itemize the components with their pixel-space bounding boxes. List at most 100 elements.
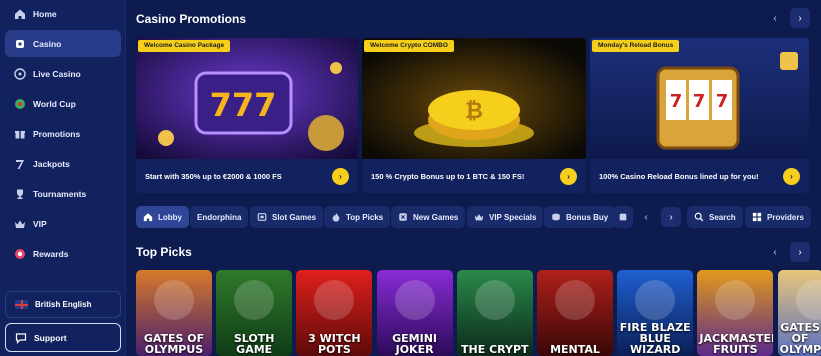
- promo-card[interactable]: 777 Welcome Casino Package Start with 35…: [136, 38, 358, 193]
- game-art: [234, 280, 275, 320]
- game-tile[interactable]: THE CRYPT: [456, 270, 533, 356]
- sidebar: Home Casino Live Casino World Cup Promot…: [0, 0, 126, 356]
- svg-text:7: 7: [670, 91, 683, 112]
- game-tile[interactable]: 3 WITCH POTS: [296, 270, 373, 356]
- sidebar-item-jackpots[interactable]: Jackpots: [5, 150, 121, 177]
- game-art: [715, 280, 756, 320]
- promo-text: 100% Casino Reload Bonus lined up for yo…: [590, 159, 809, 193]
- game-tile[interactable]: JACKMASTER FRUITS: [697, 270, 774, 356]
- promo-slot-777-image: 777: [136, 38, 358, 159]
- category-label: Endorphina: [197, 212, 242, 222]
- category-slot-games[interactable]: Slot Games: [250, 206, 324, 228]
- language-label: British English: [35, 300, 92, 309]
- promotions-prev-button[interactable]: ‹: [765, 8, 785, 28]
- game-name: GATES OF OLYMPUS: [779, 321, 821, 356]
- promo-go-button[interactable]: ›: [332, 168, 349, 185]
- sidebar-item-rewards[interactable]: Rewards: [5, 240, 121, 267]
- category-more[interactable]: [613, 206, 633, 228]
- game-tile[interactable]: MENTAL: [537, 270, 613, 356]
- game-name: 3 WITCH POTS: [308, 332, 361, 356]
- promotions-next-button[interactable]: ›: [790, 8, 810, 28]
- sidebar-item-vip[interactable]: VIP: [5, 210, 121, 237]
- category-top-picks[interactable]: Top Picks: [324, 206, 391, 228]
- support-button[interactable]: Support: [5, 323, 121, 352]
- uk-flag-icon: [15, 300, 28, 309]
- sidebar-item-home[interactable]: Home: [5, 0, 121, 27]
- game-art: [314, 280, 355, 320]
- top-picks-title: Top Picks: [136, 245, 192, 259]
- category-endorphina[interactable]: Endorphina: [190, 206, 249, 228]
- category-bonus-buy[interactable]: Bonus Buy: [544, 206, 616, 228]
- crown-icon: [14, 218, 26, 230]
- sidebar-item-label: Rewards: [33, 248, 69, 259]
- trophy-icon: [14, 188, 26, 200]
- game-tile[interactable]: GATES OF OLYMPUS: [777, 270, 821, 356]
- providers-button[interactable]: Providers: [745, 206, 811, 228]
- sidebar-item-live-casino[interactable]: Live Casino: [5, 60, 121, 87]
- game-name: MENTAL: [550, 343, 600, 356]
- support-label: Support: [34, 332, 67, 343]
- arrow-right-icon: ›: [790, 172, 793, 181]
- category-vip-specials[interactable]: VIP Specials: [467, 206, 544, 228]
- game-name: SLOTH GAME: [233, 332, 275, 356]
- promo-slot-machine-image: 7 7 7: [590, 38, 809, 159]
- promo-go-button[interactable]: ›: [783, 168, 800, 185]
- reward-icon: [14, 248, 26, 260]
- promo-go-button[interactable]: ›: [560, 168, 577, 185]
- chevron-right-icon: ›: [798, 12, 802, 24]
- game-tile[interactable]: SLOTH GAME: [216, 270, 293, 356]
- svg-text:777: 777: [210, 86, 277, 124]
- sidebar-item-label: Promotions: [33, 128, 81, 139]
- game-tile[interactable]: FIRE BLAZE BLUE WIZARD: [617, 270, 694, 356]
- sidebar-item-label: Tournaments: [33, 188, 87, 199]
- category-new-games[interactable]: New Games: [391, 206, 466, 228]
- search-icon: [694, 212, 704, 222]
- promotions-title: Casino Promotions: [136, 12, 247, 26]
- home-icon: [14, 8, 26, 20]
- search-button[interactable]: Search: [687, 206, 743, 228]
- new-icon: [398, 212, 408, 222]
- category-label: VIP Specials: [489, 212, 537, 222]
- language-selector[interactable]: British English: [5, 291, 121, 318]
- category-lobby[interactable]: Lobby: [136, 206, 189, 228]
- game-name: FIRE BLAZE BLUE WIZARD: [619, 321, 691, 356]
- sidebar-item-promotions[interactable]: Promotions: [5, 120, 121, 147]
- category-label: Bonus Buy: [566, 212, 609, 222]
- chevron-right-icon: ›: [798, 246, 802, 258]
- slot-icon: [257, 212, 267, 222]
- game-art: [555, 280, 595, 320]
- promo-tag: Welcome Crypto COMBO: [364, 40, 454, 52]
- providers-label: Providers: [767, 212, 804, 222]
- sidebar-item-world-cup[interactable]: World Cup: [5, 90, 121, 117]
- sidebar-item-label: Casino: [33, 38, 62, 49]
- svg-text:7: 7: [716, 91, 729, 112]
- categories-next-button[interactable]: ›: [661, 207, 681, 227]
- top-picks-next-button[interactable]: ›: [790, 242, 810, 262]
- sidebar-item-label: World Cup: [33, 98, 76, 109]
- categories-prev-button[interactable]: ‹: [636, 207, 656, 227]
- game-tile[interactable]: GEMINI JOKER: [376, 270, 453, 356]
- top-picks-prev-button[interactable]: ‹: [765, 242, 785, 262]
- promo-bitcoin-image: ₿: [362, 38, 586, 159]
- sidebar-item-label: Live Casino: [33, 68, 81, 79]
- category-label: Lobby: [158, 212, 182, 222]
- sidebar-item-label: VIP: [33, 218, 47, 229]
- svg-text:7: 7: [693, 91, 706, 112]
- promo-card[interactable]: 7 7 7 Monday's Reload Bonus 100% Casino …: [590, 38, 809, 193]
- promo-tag: Welcome Casino Package: [138, 40, 231, 52]
- grid-icon: [752, 212, 762, 222]
- game-art: [394, 280, 435, 320]
- game-name: GATES OF OLYMPUS: [143, 332, 205, 356]
- category-label: Top Picks: [346, 212, 384, 222]
- category-more-icon: [618, 212, 628, 222]
- sidebar-item-casino[interactable]: Casino: [5, 30, 121, 57]
- fire-icon: [331, 212, 341, 222]
- promo-card[interactable]: ₿ Welcome Crypto COMBO 150 % Crypto Bonu…: [362, 38, 586, 193]
- arrow-right-icon: ›: [567, 172, 570, 181]
- svg-text:₿: ₿: [465, 99, 483, 124]
- promo-text: Start with 350% up to €2000 & 1000 FS: [136, 159, 358, 193]
- category-label: Slot Games: [272, 212, 317, 222]
- game-tile[interactable]: GATES OF OLYMPUS: [136, 270, 212, 356]
- football-icon: [14, 98, 26, 110]
- sidebar-item-tournaments[interactable]: Tournaments: [5, 180, 121, 207]
